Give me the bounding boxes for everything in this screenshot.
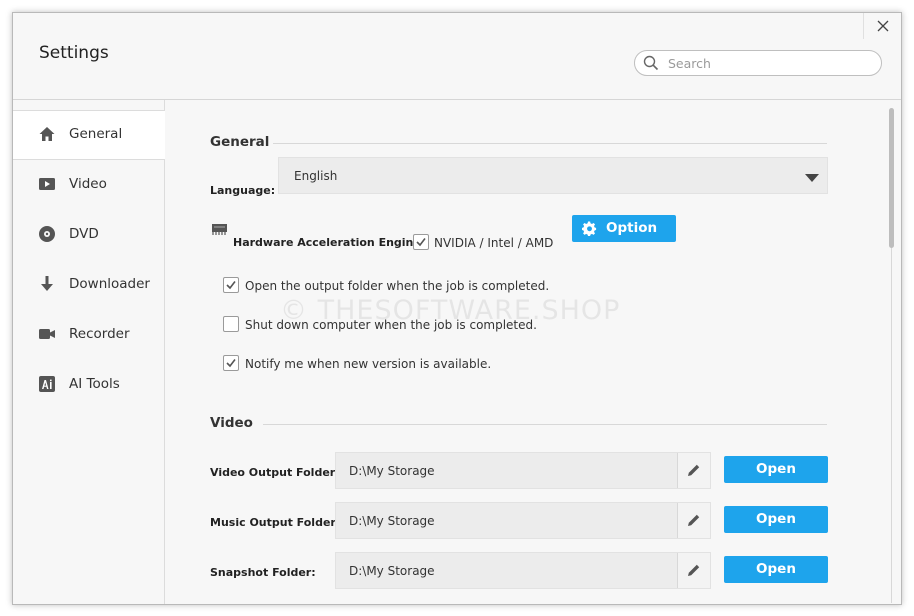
open-button-label: Open [756,511,796,527]
camera-icon [39,329,55,339]
close-icon [877,20,889,32]
video-output-folder-field[interactable]: D:\My Storage [335,452,711,489]
language-value: English [294,169,338,183]
search-icon [643,55,659,71]
section-divider [263,424,827,425]
snapshot-folder-label: Snapshot Folder: [210,566,316,579]
language-select[interactable]: English [278,157,828,194]
sidebar-item-downloader[interactable]: Downloader [13,261,164,309]
section-divider [273,143,827,144]
edit-path-button[interactable] [677,503,710,538]
checkmark-icon [416,238,426,247]
section-title-video: Video [210,415,253,431]
close-button[interactable] [863,13,901,39]
checkmark-icon [226,281,236,290]
open-button-label: Open [756,461,796,477]
open-output-folder-checkbox[interactable] [223,277,239,293]
sidebar-item-label: DVD [69,226,99,242]
open-snapshot-folder-button[interactable]: Open [724,556,828,583]
music-output-folder-field[interactable]: D:\My Storage [335,502,711,539]
sidebar-item-label: Video [69,176,107,192]
sidebar-item-dvd[interactable]: DVD [13,211,164,259]
sidebar-item-ai-tools[interactable]: AI Tools [13,361,164,409]
watermark: © THESOFTWARE.SHOP [280,295,621,326]
folder-path: D:\My Storage [349,464,435,478]
checkmark-icon [226,359,236,368]
pencil-icon [688,514,700,526]
snapshot-folder-field[interactable]: D:\My Storage [335,552,711,589]
ai-icon [39,376,55,392]
language-label: Language: [210,184,276,197]
notify-new-version-label: Notify me when new version is available. [245,357,492,371]
hardware-acceleration-checkbox[interactable] [413,234,429,250]
window-title: Settings [39,43,109,63]
open-video-folder-button[interactable]: Open [724,456,828,483]
open-output-folder-label: Open the output folder when the job is c… [245,279,550,293]
sidebar-item-label: Downloader [69,276,150,292]
folder-path: D:\My Storage [349,514,435,528]
home-icon [39,127,55,141]
sidebar-item-label: AI Tools [69,376,120,392]
option-button[interactable]: Option [572,215,676,242]
video-output-folder-label: Video Output Folder: [210,466,340,479]
notify-new-version-checkbox[interactable] [223,355,239,371]
hardware-engine-text: NVIDIA / Intel / AMD [434,236,554,250]
hardware-acceleration-label: Hardware Acceleration Engine: [233,236,426,249]
settings-content: General Language: English Hardware Accel… [165,100,901,604]
dropdown-arrow-icon [805,174,819,182]
search-box[interactable] [634,50,882,76]
chip-icon [212,224,227,235]
open-button-label: Open [756,561,796,577]
section-title-general: General [210,134,270,150]
title-bar: Settings [13,13,901,100]
open-music-folder-button[interactable]: Open [724,506,828,533]
download-arrow-icon [41,276,53,291]
disc-icon [39,226,55,242]
scrollbar-track[interactable] [891,248,892,603]
video-play-icon [39,178,55,190]
scrollbar-thumb[interactable] [889,108,894,248]
sidebar-item-video[interactable]: Video [13,161,164,209]
sidebar-item-label: General [69,126,123,142]
music-output-folder-label: Music Output Folder: [210,516,341,529]
pencil-icon [688,464,700,476]
folder-path: D:\My Storage [349,564,435,578]
edit-path-button[interactable] [677,553,710,588]
gear-icon [582,221,597,236]
sidebar-item-recorder[interactable]: Recorder [13,311,164,359]
sidebar-item-label: Recorder [69,326,130,342]
option-button-label: Option [606,220,658,236]
shut-down-checkbox[interactable] [223,316,239,332]
settings-window: Settings General Video [12,12,902,605]
edit-path-button[interactable] [677,453,710,488]
pencil-icon [688,564,700,576]
search-input[interactable] [666,53,870,74]
sidebar: General Video DVD Downloader Recorder AI… [13,100,165,604]
sidebar-item-general[interactable]: General [13,110,165,160]
